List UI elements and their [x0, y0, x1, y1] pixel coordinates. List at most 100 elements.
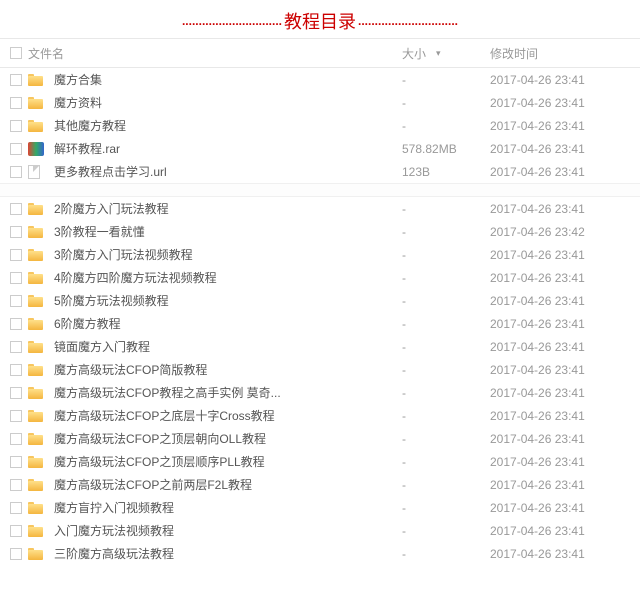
table-row[interactable]: 魔方高级玩法CFOP教程之高手实例 莫奇...-2017-04-26 23:41 [0, 381, 640, 404]
row-size-cell: - [402, 409, 490, 423]
row-size-label: - [402, 294, 406, 308]
row-size-cell: - [402, 248, 490, 262]
row-name-label: 入门魔方玩法视频教程 [48, 522, 174, 539]
sort-arrow-icon: ▾ [436, 48, 441, 59]
row-date-cell: 2017-04-26 23:41 [490, 409, 640, 423]
row-date-label: 2017-04-26 23:41 [490, 248, 585, 262]
row-date-label: 2017-04-26 23:41 [490, 478, 585, 492]
table-row[interactable]: 三阶魔方高级玩法教程-2017-04-26 23:41 [0, 542, 640, 565]
row-size-cell: 578.82MB [402, 142, 490, 156]
row-checkbox[interactable] [10, 525, 22, 537]
row-name-label: 6阶魔方教程 [48, 315, 121, 332]
row-name-label: 解环教程.rar [48, 140, 120, 157]
row-date-cell: 2017-04-26 23:41 [490, 363, 640, 377]
row-date-cell: 2017-04-26 23:41 [490, 294, 640, 308]
row-size-cell: - [402, 202, 490, 216]
row-checkbox[interactable] [10, 479, 22, 491]
row-size-cell: - [402, 363, 490, 377]
row-name-cell: 3阶教程一看就懂 [24, 223, 402, 240]
table-row[interactable]: 3阶教程一看就懂-2017-04-26 23:42 [0, 220, 640, 243]
table-row[interactable]: 魔方资料-2017-04-26 23:41 [0, 91, 640, 114]
row-name-label: 魔方高级玩法CFOP教程之高手实例 莫奇... [48, 384, 281, 401]
row-date-cell: 2017-04-26 23:42 [490, 225, 640, 239]
row-checkbox-cell [0, 318, 24, 330]
table-row[interactable]: 4阶魔方四阶魔方玩法视频教程-2017-04-26 23:41 [0, 266, 640, 289]
row-checkbox[interactable] [10, 203, 22, 215]
row-checkbox[interactable] [10, 548, 22, 560]
table-row[interactable]: 3阶魔方入门玩法视频教程 -2017-04-26 23:41 [0, 243, 640, 266]
row-checkbox[interactable] [10, 226, 22, 238]
row-checkbox[interactable] [10, 502, 22, 514]
url-file-icon [28, 165, 40, 179]
row-size-label: - [402, 340, 406, 354]
row-checkbox-cell [0, 387, 24, 399]
row-size-cell: - [402, 478, 490, 492]
row-checkbox-cell [0, 548, 24, 560]
table-row[interactable]: 5阶魔方玩法视频教程 - 2017-04-26 23:41 [0, 289, 640, 312]
file-group-1: 魔方合集-2017-04-26 23:41魔方资料-2017-04-26 23:… [0, 68, 640, 183]
table-row[interactable]: 魔方高级玩法CFOP之顶层顺序PLL教程-2017-04-26 23:41 [0, 450, 640, 473]
row-size-label: - [402, 73, 406, 87]
header-name[interactable]: 文件名 [24, 45, 402, 62]
row-checkbox[interactable] [10, 387, 22, 399]
row-name-cell: 魔方高级玩法CFOP之顶层朝向OLL教程 [24, 430, 402, 447]
row-checkbox-cell [0, 341, 24, 353]
table-row[interactable]: 2阶魔方入门玩法教程-2017-04-26 23:41 [0, 197, 640, 220]
row-size-cell: - [402, 225, 490, 239]
table-row[interactable]: 魔方高级玩法CFOP之底层十字Cross教程 - 2017-04-26 23:41 [0, 404, 640, 427]
row-date-label: 2017-04-26 23:41 [490, 455, 585, 469]
table-row[interactable]: 魔方高级玩法CFOP简版教程-2017-04-26 23:41 [0, 358, 640, 381]
row-date-label: 2017-04-26 23:41 [490, 96, 585, 110]
table-row[interactable]: 魔方高级玩法CFOP之顶层朝向OLL教程-2017-04-26 23:41 [0, 427, 640, 450]
table-row[interactable]: 魔方合集-2017-04-26 23:41 [0, 68, 640, 91]
row-checkbox[interactable] [10, 120, 22, 132]
row-name-cell: 6阶魔方教程 [24, 315, 402, 332]
row-checkbox[interactable] [10, 272, 22, 284]
row-checkbox[interactable] [10, 433, 22, 445]
table-row[interactable]: 镜面魔方入门教程-2017-04-26 23:41 [0, 335, 640, 358]
row-checkbox[interactable] [10, 143, 22, 155]
table-row[interactable]: 其他魔方教程-2017-04-26 23:41 [0, 114, 640, 137]
table-row[interactable]: 解环教程.rar578.82MB2017-04-26 23:41 [0, 137, 640, 160]
row-date-label: 2017-04-26 23:41 [490, 340, 585, 354]
row-date-cell: 2017-04-26 23:41 [490, 340, 640, 354]
row-name-label: 魔方合集 [48, 71, 102, 88]
row-name-cell: 魔方高级玩法CFOP教程之高手实例 莫奇... [24, 384, 402, 401]
row-checkbox[interactable] [10, 364, 22, 376]
row-checkbox-cell [0, 479, 24, 491]
row-name-cell: 魔方合集 [24, 71, 402, 88]
row-date-cell: 2017-04-26 23:41 [490, 478, 640, 492]
row-name-label: 5阶魔方玩法视频教程 [48, 292, 169, 309]
table-row[interactable]: 入门魔方玩法视频教程-2017-04-26 23:41 [0, 519, 640, 542]
row-date-label: 2017-04-26 23:41 [490, 317, 585, 331]
table-row[interactable]: 魔方高级玩法CFOP之前两层F2L教程-2017-04-26 23:41 [0, 473, 640, 496]
folder-icon [28, 96, 44, 110]
folder-icon [28, 271, 44, 285]
table-row[interactable]: 魔方盲拧入门视频教程-2017-04-26 23:41 [0, 496, 640, 519]
select-all-checkbox[interactable] [10, 47, 22, 59]
row-checkbox[interactable] [10, 318, 22, 330]
row-checkbox[interactable] [10, 341, 22, 353]
table-row[interactable]: 6阶魔方教程-2017-04-26 23:41 [0, 312, 640, 335]
row-name-label: 3阶魔方入门玩法视频教程 [48, 246, 193, 263]
row-checkbox[interactable] [10, 456, 22, 468]
row-checkbox[interactable] [10, 74, 22, 86]
folder-icon [28, 202, 44, 216]
row-date-label: 2017-04-26 23:41 [490, 271, 585, 285]
page-title-bar: .............................. 教程目录 ....… [0, 0, 640, 38]
row-name-cell: 魔方高级玩法CFOP之顶层顺序PLL教程 [24, 453, 402, 470]
row-size-label: - [402, 409, 406, 423]
row-checkbox[interactable] [10, 295, 22, 307]
header-date[interactable]: 修改时间 [490, 45, 640, 62]
row-date-cell: 2017-04-26 23:41 [490, 119, 640, 133]
header-size[interactable]: 大小 ▾ [402, 45, 490, 62]
row-checkbox[interactable] [10, 410, 22, 422]
row-checkbox[interactable] [10, 166, 22, 178]
row-checkbox[interactable] [10, 97, 22, 109]
table-row[interactable]: 更多教程点击学习.url123B2017-04-26 23:41 [0, 160, 640, 183]
row-checkbox-cell [0, 74, 24, 86]
row-date-cell: 2017-04-26 23:41 [490, 455, 640, 469]
row-size-label: - [402, 501, 406, 515]
row-checkbox[interactable] [10, 249, 22, 261]
row-name-label: 魔方高级玩法CFOP之底层十字Cross教程 [48, 407, 275, 424]
